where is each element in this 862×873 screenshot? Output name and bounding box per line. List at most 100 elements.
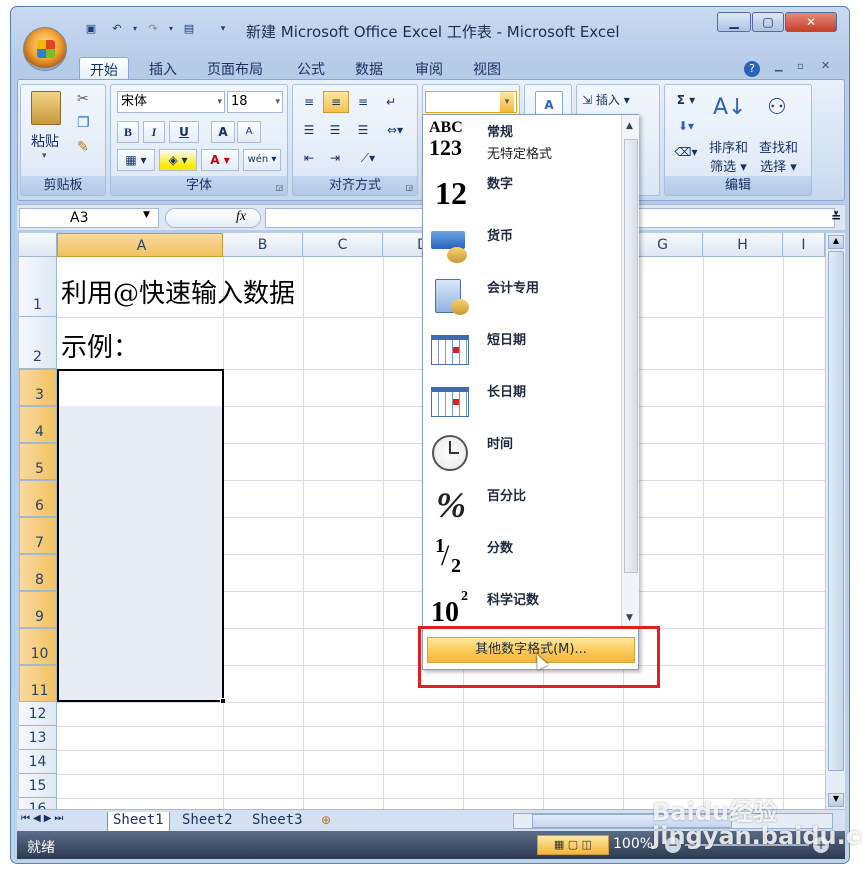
align-top-icon[interactable]: ≡ bbox=[297, 91, 321, 113]
autosum-button[interactable]: Σ ▾ bbox=[669, 89, 703, 111]
row-header[interactable]: 10 bbox=[19, 628, 57, 665]
format-item-number[interactable]: 12 数字 bbox=[423, 167, 621, 219]
borders-button[interactable]: ▦ ▾ bbox=[117, 149, 155, 171]
font-size-select[interactable]: 18 ▾ bbox=[227, 91, 283, 113]
select-all-button[interactable] bbox=[19, 233, 57, 257]
tab-page-layout[interactable]: 页面布局 bbox=[197, 57, 273, 79]
increase-indent-icon[interactable]: ⇥ bbox=[323, 147, 347, 169]
sort-filter-button[interactable]: 排序和 筛选 ▾ bbox=[709, 137, 748, 175]
row-header[interactable]: 3 bbox=[19, 369, 57, 406]
format-item-accounting[interactable]: 会计专用 bbox=[423, 271, 621, 323]
close-button[interactable]: ✕ bbox=[785, 12, 837, 32]
vertical-scrollbar[interactable]: ▲ ▼ bbox=[825, 233, 845, 811]
merge-center-icon[interactable]: ⇔▾ bbox=[379, 119, 411, 141]
grow-font-button[interactable]: A bbox=[211, 121, 235, 143]
redo-icon[interactable]: ↷ bbox=[145, 21, 161, 37]
row-header[interactable]: 8 bbox=[19, 554, 57, 591]
format-item-time[interactable]: 时间 bbox=[423, 427, 621, 479]
row-header[interactable]: 14 bbox=[19, 750, 57, 774]
sheet-tab-sheet3[interactable]: Sheet3 bbox=[247, 812, 308, 832]
row-header[interactable]: 5 bbox=[19, 443, 57, 480]
insert-sheet-icon[interactable]: ⊕ bbox=[321, 813, 331, 827]
sheet-tab-sheet1[interactable]: Sheet1 bbox=[107, 812, 170, 832]
font-name-select[interactable]: 宋体 ▾ bbox=[117, 91, 225, 113]
tab-insert[interactable]: 插入 bbox=[139, 57, 187, 79]
find-select-button[interactable]: 查找和 选择 ▾ bbox=[759, 137, 798, 175]
row-header[interactable]: 4 bbox=[19, 406, 57, 443]
row-header[interactable]: 1 bbox=[19, 257, 57, 317]
maximize-button[interactable]: ▢ bbox=[752, 12, 784, 32]
save-icon[interactable]: ▣ bbox=[83, 21, 99, 37]
scroll-up-icon[interactable]: ▲ bbox=[626, 121, 633, 131]
font-color-button[interactable]: A ▾ bbox=[201, 149, 239, 171]
format-item-scientific[interactable]: 10 2 科学记数 bbox=[423, 583, 621, 627]
chart-icon[interactable]: ▤ bbox=[181, 21, 197, 37]
tab-home[interactable]: 开始 bbox=[79, 57, 129, 79]
sheet-tab-sheet2[interactable]: Sheet2 bbox=[177, 812, 238, 832]
copy-icon[interactable]: ❐ bbox=[77, 115, 90, 131]
paste-dropdown-icon[interactable]: ▾ bbox=[42, 151, 47, 161]
column-header[interactable]: I bbox=[783, 233, 825, 257]
name-box[interactable]: A3 bbox=[19, 208, 159, 228]
phonetic-button[interactable]: wén ▾ bbox=[243, 149, 281, 171]
sheet-nav-icon[interactable]: ⏮◀▶⏭ bbox=[21, 813, 66, 824]
format-item-percent[interactable]: % 百分比 bbox=[423, 479, 621, 531]
expand-formula-bar-icon[interactable]: ≚ bbox=[831, 210, 841, 224]
align-right-icon[interactable]: ☰ bbox=[351, 119, 375, 141]
dropdown-scroll-thumb[interactable] bbox=[624, 139, 638, 573]
scroll-thumb[interactable] bbox=[828, 251, 844, 771]
ribbon-minimize-icon[interactable]: ▁ bbox=[775, 61, 783, 72]
fill-handle[interactable] bbox=[220, 698, 226, 704]
active-cell-a3[interactable] bbox=[59, 371, 222, 406]
row-header[interactable]: 15 bbox=[19, 774, 57, 798]
underline-button[interactable]: U bbox=[169, 121, 199, 143]
fill-icon[interactable]: ⬇▾ bbox=[669, 115, 703, 137]
align-middle-icon[interactable]: ≡ bbox=[323, 91, 349, 113]
row-header[interactable]: 7 bbox=[19, 517, 57, 554]
view-buttons[interactable]: ▦ ▢ ◫ bbox=[537, 835, 609, 855]
paste-icon[interactable] bbox=[31, 91, 61, 125]
ribbon-close-icon[interactable]: ✕ bbox=[821, 59, 830, 72]
cut-icon[interactable]: ✂ bbox=[77, 91, 89, 107]
redo-dropdown-icon[interactable]: ▾ bbox=[163, 21, 179, 37]
scroll-down-icon[interactable]: ▼ bbox=[626, 613, 633, 623]
align-left-icon[interactable]: ☰ bbox=[297, 119, 321, 141]
column-header[interactable]: C bbox=[303, 233, 383, 257]
paste-button[interactable]: 粘贴 bbox=[31, 131, 59, 151]
format-item-general[interactable]: ABC 123 常规 无特定格式 bbox=[423, 115, 621, 167]
format-item-short-date[interactable]: 短日期 bbox=[423, 323, 621, 375]
ribbon-restore-icon[interactable]: ▫ bbox=[797, 61, 804, 72]
column-header[interactable]: H bbox=[703, 233, 783, 257]
zoom-level[interactable]: 100% bbox=[613, 836, 653, 852]
cell-a1[interactable]: 利用@快速输入数据 bbox=[61, 273, 295, 310]
dropdown-scrollbar[interactable]: ▲ ▼ bbox=[621, 115, 639, 627]
decrease-indent-icon[interactable]: ⇤ bbox=[297, 147, 321, 169]
font-dialog-launcher-icon[interactable]: ◲ bbox=[275, 183, 283, 192]
format-painter-icon[interactable]: ✎ bbox=[77, 139, 89, 155]
scroll-up-icon[interactable]: ▲ bbox=[828, 235, 844, 249]
align-bottom-icon[interactable]: ≡ bbox=[351, 91, 375, 113]
column-header[interactable]: B bbox=[223, 233, 303, 257]
row-header[interactable]: 6 bbox=[19, 480, 57, 517]
tab-view[interactable]: 视图 bbox=[463, 57, 511, 79]
column-header[interactable]: A bbox=[57, 233, 223, 257]
row-header[interactable]: 13 bbox=[19, 726, 57, 750]
row-header[interactable]: 2 bbox=[19, 317, 57, 369]
name-box-dropdown-icon[interactable]: ▼ bbox=[143, 210, 150, 220]
insert-function-button[interactable]: fx bbox=[236, 209, 246, 225]
shrink-font-button[interactable]: A bbox=[237, 121, 261, 143]
row-header[interactable]: 9 bbox=[19, 591, 57, 628]
customize-qat-icon[interactable]: ▾ bbox=[215, 21, 231, 37]
binoculars-icon[interactable]: ⚇ bbox=[767, 95, 787, 120]
alignment-dialog-launcher-icon[interactable]: ◲ bbox=[405, 183, 413, 192]
row-header[interactable]: 12 bbox=[19, 702, 57, 726]
format-item-long-date[interactable]: 长日期 bbox=[423, 375, 621, 427]
cell-a2[interactable]: 示例： bbox=[61, 327, 139, 364]
chevron-down-icon[interactable]: ▾ bbox=[500, 92, 514, 112]
clear-icon[interactable]: ⌫▾ bbox=[669, 141, 703, 163]
italic-button[interactable]: I bbox=[143, 121, 165, 143]
minimize-button[interactable]: ▁ bbox=[717, 12, 751, 32]
tab-data[interactable]: 数据 bbox=[345, 57, 393, 79]
format-item-fraction[interactable]: 1/2 分数 bbox=[423, 531, 621, 583]
selected-range[interactable] bbox=[57, 369, 224, 702]
